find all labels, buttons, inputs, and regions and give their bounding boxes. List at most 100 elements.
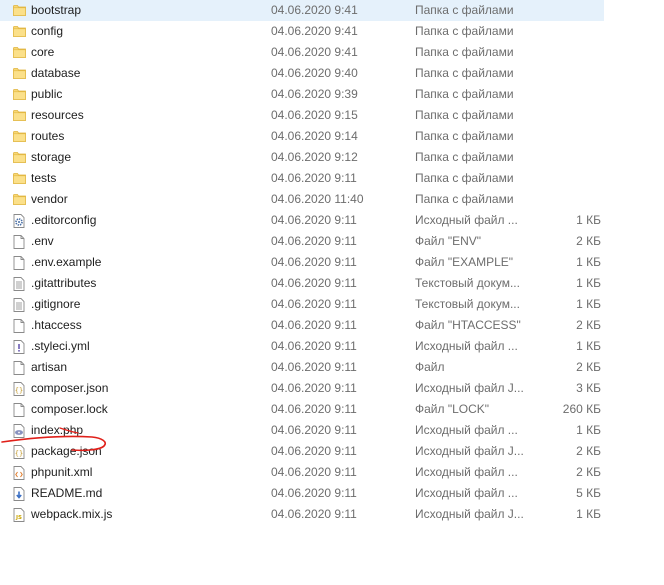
file-name: webpack.mix.js	[31, 507, 113, 521]
file-size: 1 КБ	[576, 297, 601, 311]
file-row[interactable]: core 04.06.2020 9:41 Папка с файлами	[0, 42, 664, 63]
file-name: artisan	[31, 360, 68, 374]
file-row[interactable]: .editorconfig 04.06.2020 9:11 Исходный фай…	[0, 210, 664, 231]
file-date-modified: 04.06.2020 9:41	[271, 45, 358, 59]
markdown-file-icon	[13, 487, 25, 501]
gear-file-icon	[13, 214, 25, 228]
file-name: composer.lock	[31, 402, 108, 416]
file-size: 2 КБ	[576, 360, 601, 374]
blank-file-icon	[13, 319, 25, 333]
php-file-icon	[13, 424, 25, 438]
folder-icon	[13, 193, 26, 206]
file-name: database	[31, 66, 81, 80]
file-type: Исходный файл ...	[415, 486, 518, 500]
file-size: 1 КБ	[576, 423, 601, 437]
folder-icon	[13, 151, 26, 164]
file-size: 5 КБ	[576, 486, 601, 500]
file-row[interactable]: .gitattributes 04.06.2020 9:11 Текстовый д…	[0, 273, 664, 294]
file-type: Исходный файл ...	[415, 213, 518, 227]
folder-icon	[13, 88, 26, 101]
file-size: 1 КБ	[576, 213, 601, 227]
file-row[interactable]: resources 04.06.2020 9:15 Папка с файлами	[0, 105, 664, 126]
file-name: vendor	[31, 192, 68, 206]
file-row[interactable]: routes 04.06.2020 9:14 Папка с файлами	[0, 126, 664, 147]
file-size: 1 КБ	[576, 339, 601, 353]
file-size: 2 КБ	[576, 318, 601, 332]
file-type: Папка с файлами	[415, 87, 514, 101]
text-file-icon	[13, 277, 25, 291]
file-row[interactable]: config 04.06.2020 9:41 Папка с файлами	[0, 21, 664, 42]
file-size: 260 КБ	[562, 402, 601, 416]
file-date-modified: 04.06.2020 9:11	[271, 339, 357, 353]
file-row[interactable]: JS webpack.mix.js 04.06.2020 9:11 Исходный …	[0, 504, 664, 525]
file-name: resources	[31, 108, 84, 122]
file-name: bootstrap	[31, 3, 82, 17]
file-row[interactable]: vendor 04.06.2020 11:40 Папка с файлами	[0, 189, 664, 210]
file-date-modified: 04.06.2020 9:11	[271, 297, 357, 311]
blank-file-icon	[13, 403, 25, 417]
file-date-modified: 04.06.2020 9:15	[271, 108, 358, 122]
file-date-modified: 04.06.2020 9:40	[271, 66, 358, 80]
file-name: .gitignore	[31, 297, 81, 311]
file-row[interactable]: phpunit.xml 04.06.2020 9:11 Исходный файл …	[0, 462, 664, 483]
file-row[interactable]: .styleci.yml 04.06.2020 9:11 Исходный файл…	[0, 336, 664, 357]
file-name: .env	[31, 234, 54, 248]
file-name: README.md	[31, 486, 103, 500]
file-row[interactable]: bootstrap 04.06.2020 9:41 Папка с файлами	[0, 0, 604, 21]
file-row[interactable]: .htaccess 04.06.2020 9:11 Файл "HTACCESS" 2…	[0, 315, 664, 336]
file-name: .htaccess	[31, 318, 82, 332]
file-type: Папка с файлами	[415, 45, 514, 59]
file-type: Исходный файл ...	[415, 339, 518, 353]
svg-text:{}: {}	[15, 387, 23, 395]
svg-text:JS: JS	[15, 515, 22, 521]
file-row[interactable]: composer.lock 04.06.2020 9:11 Файл "LOCK" 2…	[0, 399, 664, 420]
file-row[interactable]: {} package.json 04.06.2020 9:11 Исходный фа…	[0, 441, 664, 462]
file-row[interactable]: database 04.06.2020 9:40 Папка с файлами	[0, 63, 664, 84]
file-size: 1 КБ	[576, 276, 601, 290]
file-name: package.json	[31, 444, 102, 458]
file-type: Папка с файлами	[415, 3, 514, 17]
js-file-icon: JS	[13, 508, 25, 522]
file-row[interactable]: public 04.06.2020 9:39 Папка с файлами	[0, 84, 664, 105]
file-type: Исходный файл J...	[415, 444, 524, 458]
file-name: tests	[31, 171, 57, 185]
file-row[interactable]: {} composer.json 04.06.2020 9:11 Исходный ф…	[0, 378, 664, 399]
file-size: 2 КБ	[576, 234, 601, 248]
file-name: composer.json	[31, 381, 109, 395]
file-list: bootstrap 04.06.2020 9:41 Папка с файлами c…	[0, 0, 664, 525]
file-date-modified: 04.06.2020 9:41	[271, 3, 358, 17]
file-type: Файл "HTACCESS"	[415, 318, 521, 332]
blank-file-icon	[13, 361, 25, 375]
folder-icon	[13, 46, 26, 59]
file-date-modified: 04.06.2020 9:11	[271, 213, 357, 227]
json-file-icon: {}	[13, 382, 25, 396]
file-row[interactable]: storage 04.06.2020 9:12 Папка с файлами	[0, 147, 664, 168]
file-row[interactable]: .env.example 04.06.2020 9:11 Файл "EXAMPLE…	[0, 252, 664, 273]
file-row[interactable]: README.md 04.06.2020 9:11 Исходный файл ..…	[0, 483, 664, 504]
file-row[interactable]: tests 04.06.2020 9:11 Папка с файлами	[0, 168, 664, 189]
file-type: Папка с файлами	[415, 129, 514, 143]
file-date-modified: 04.06.2020 9:11	[271, 486, 357, 500]
file-name: .gitattributes	[31, 276, 97, 290]
file-row[interactable]: artisan 04.06.2020 9:11 Файл 2 КБ	[0, 357, 664, 378]
svg-text:{}: {}	[15, 450, 23, 458]
file-date-modified: 04.06.2020 9:11	[271, 507, 357, 521]
file-row[interactable]: .env 04.06.2020 9:11 Файл "ENV" 2 КБ	[0, 231, 664, 252]
folder-icon	[13, 130, 26, 143]
file-date-modified: 04.06.2020 9:11	[271, 444, 357, 458]
file-name: phpunit.xml	[31, 465, 93, 479]
file-name: core	[31, 45, 55, 59]
file-type: Исходный файл J...	[415, 507, 524, 521]
file-size: 3 КБ	[576, 381, 601, 395]
file-row[interactable]: index.php 04.06.2020 9:11 Исходный файл ..…	[0, 420, 664, 441]
file-date-modified: 04.06.2020 9:11	[271, 423, 357, 437]
file-name: .env.example	[31, 255, 102, 269]
file-date-modified: 04.06.2020 9:11	[271, 318, 357, 332]
file-type: Исходный файл ...	[415, 465, 518, 479]
file-row[interactable]: .gitignore 04.06.2020 9:11 Текстовый докум…	[0, 294, 664, 315]
file-type: Исходный файл ...	[415, 423, 518, 437]
file-size: 1 КБ	[576, 507, 601, 521]
file-size: 2 КБ	[576, 444, 601, 458]
folder-icon	[13, 109, 26, 122]
file-date-modified: 04.06.2020 9:11	[271, 255, 357, 269]
